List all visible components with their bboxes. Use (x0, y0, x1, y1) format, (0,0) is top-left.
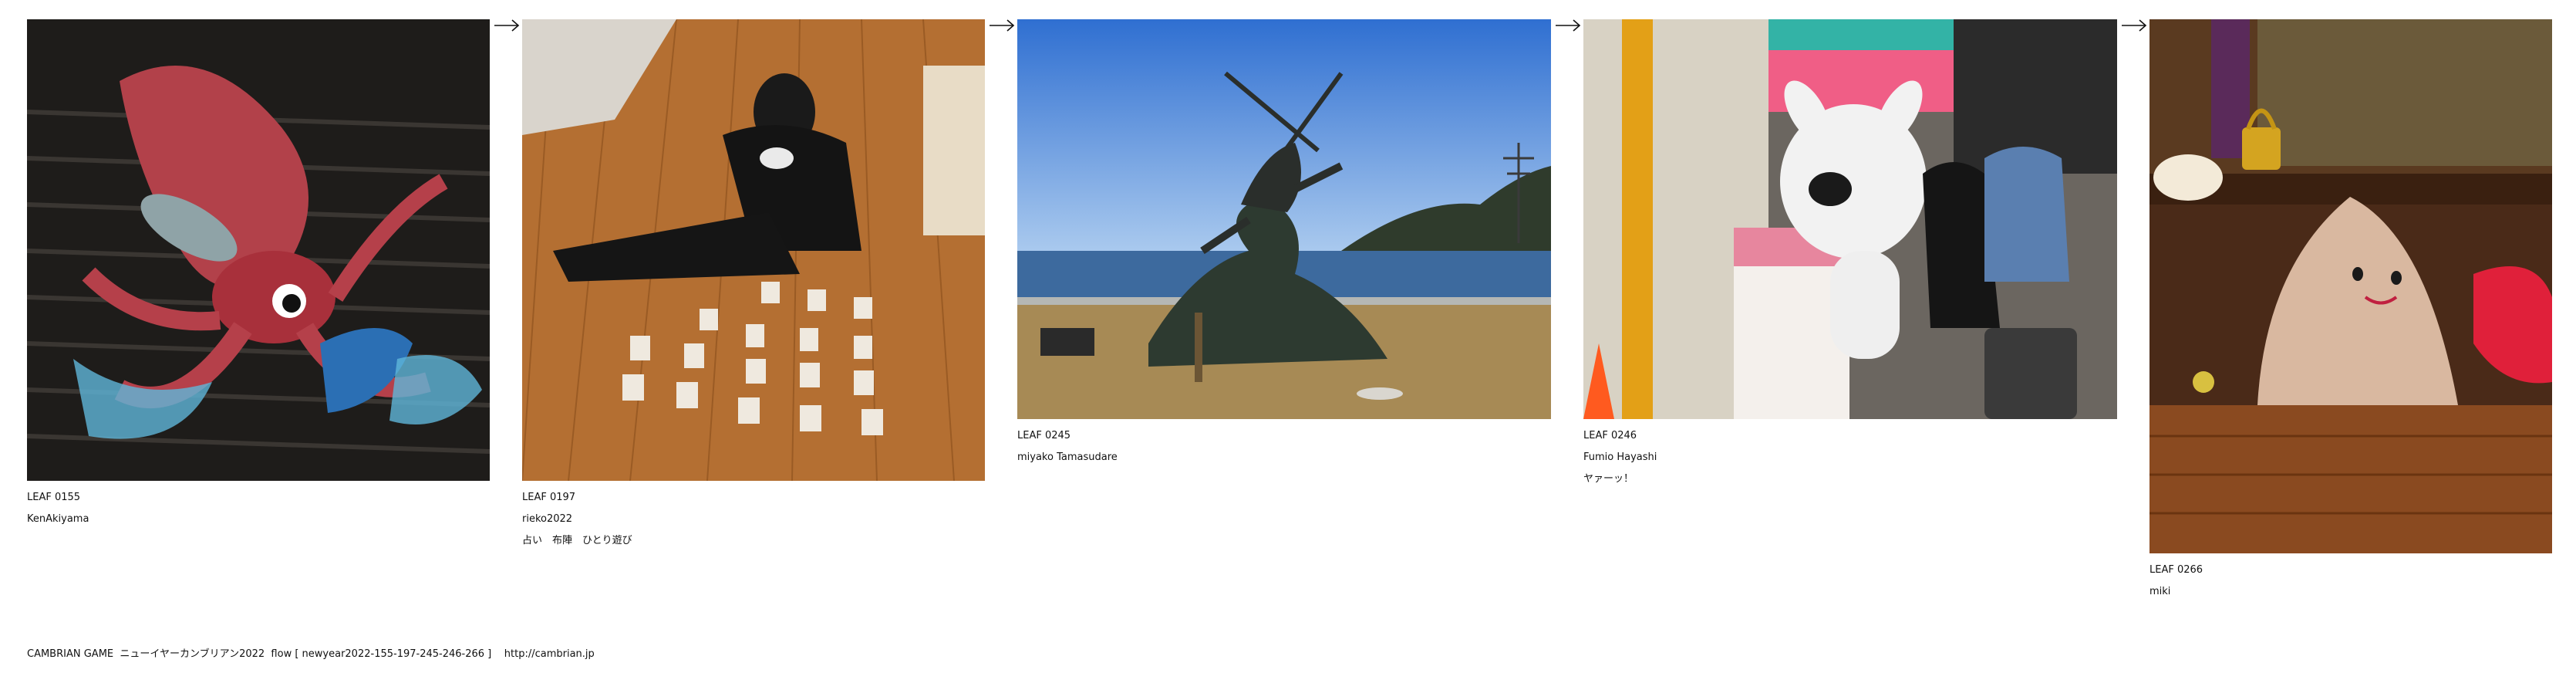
rabbit-photo-graphic (1583, 19, 2117, 419)
flow-arrow-icon (2121, 19, 2147, 32)
footer-spacer (491, 648, 504, 660)
leaf-comment: ヤァーッ！ (1583, 473, 1634, 485)
felt-photo-graphic (2149, 19, 2552, 553)
cards-photo-graphic (522, 19, 985, 481)
leaf-card-0197: LEAF 0197 rieko2022 占い 布陣 ひとり遊び (522, 19, 985, 552)
leaf-author[interactable]: miki (2149, 581, 2552, 603)
leaf-comment: 占い 布陣 ひとり遊び (522, 535, 632, 546)
leaf-photo-cards[interactable] (522, 19, 985, 481)
flow-arrow-icon (989, 19, 1015, 32)
leaf-card-0245: LEAF 0245 miyako Tamasudare (1017, 19, 1551, 468)
leaf-author[interactable]: Fumio Hayashi (1583, 447, 2117, 468)
leaf-id: LEAF 0155 (27, 492, 81, 503)
leaf-author[interactable]: KenAkiyama (27, 509, 490, 530)
leaf-photo-statue[interactable] (1017, 19, 1551, 419)
leaf-photo-rabbit[interactable] (1583, 19, 2117, 419)
leaf-id: LEAF 0197 (522, 492, 576, 503)
leaf-id: LEAF 0246 (1583, 430, 1637, 441)
statue-photo-graphic (1017, 19, 1551, 419)
leaf-author[interactable]: miyako Tamasudare (1017, 447, 1551, 468)
footer-url-link[interactable]: http://cambrian.jp (504, 648, 595, 660)
footer-text: CAMBRIAN GAME ニューイヤーカンブリアン2022 flow [ ne… (27, 648, 492, 660)
leaf-card-0155: LEAF 0155 KenAkiyama (27, 19, 490, 530)
leaf-author[interactable]: rieko2022 (522, 509, 985, 530)
leaf-photo-felt[interactable] (2149, 19, 2552, 553)
leaf-id: LEAF 0266 (2149, 564, 2203, 576)
squid-photo-graphic (27, 19, 490, 481)
leaf-photo-squid[interactable] (27, 19, 490, 481)
flow-arrow-icon (1555, 19, 1581, 32)
flow-arrow-icon (494, 19, 520, 32)
footer-credits: CAMBRIAN GAME ニューイヤーカンブリアン2022 flow [ ne… (27, 645, 595, 660)
leaf-card-0266: LEAF 0266 miki (2149, 19, 2552, 603)
leaf-card-0246: LEAF 0246 Fumio Hayashi ヤァーッ！ (1583, 19, 2117, 490)
leaf-id: LEAF 0245 (1017, 430, 1071, 441)
